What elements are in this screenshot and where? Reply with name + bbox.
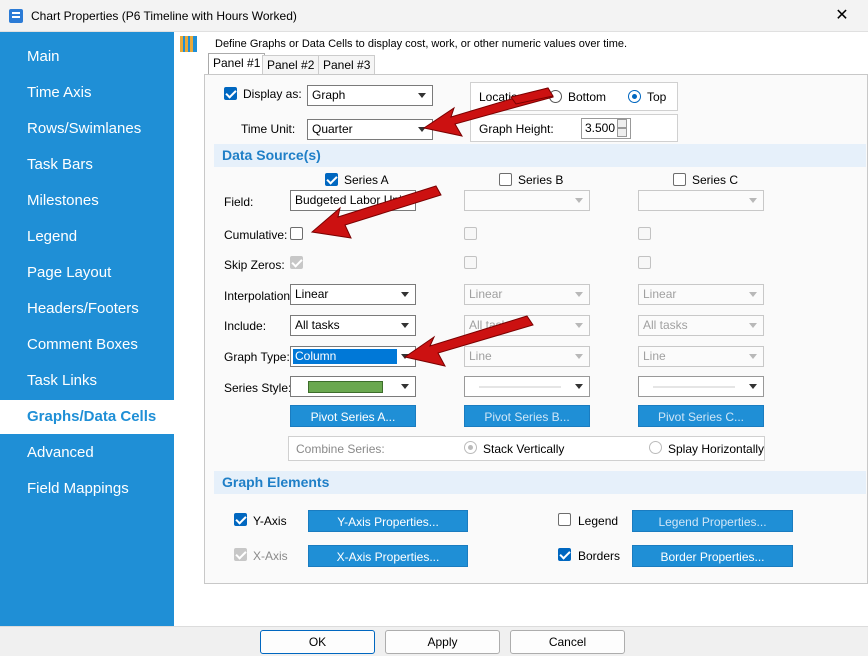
arrow-to-graph-type: [403, 315, 534, 367]
cancel-button[interactable]: Cancel: [510, 630, 625, 654]
apply-button[interactable]: Apply: [385, 630, 500, 654]
ok-button[interactable]: OK: [260, 630, 375, 654]
annotation-arrows: [310, 87, 554, 367]
arrow-to-cumulative: [310, 185, 442, 239]
